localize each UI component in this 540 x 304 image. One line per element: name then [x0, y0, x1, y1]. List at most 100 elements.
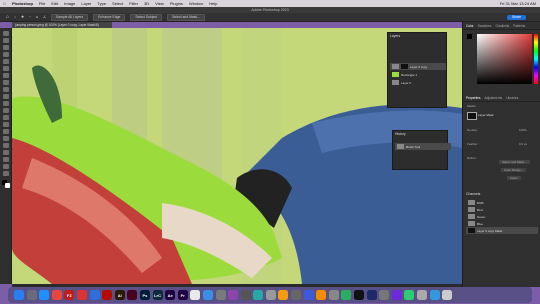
- menu-filter[interactable]: Filter: [129, 1, 138, 6]
- menu-edit[interactable]: Edit: [51, 1, 58, 6]
- shape-tool-icon[interactable]: [3, 157, 9, 162]
- layer-row[interactable]: Layer 0: [390, 79, 446, 86]
- preview-icon[interactable]: [190, 290, 201, 300]
- app-red-icon[interactable]: [76, 290, 87, 300]
- illustrator-icon[interactable]: Ai: [114, 290, 125, 300]
- background-color-swatch[interactable]: [5, 183, 10, 188]
- channel-row[interactable]: RGB: [466, 199, 538, 206]
- chrome-icon[interactable]: [51, 290, 62, 300]
- brush-add-icon[interactable]: ✚: [21, 15, 24, 19]
- menu-image[interactable]: Image: [64, 1, 75, 6]
- menu-help[interactable]: Help: [209, 1, 217, 6]
- channel-row[interactable]: Layer 0 copy Mask: [466, 227, 538, 234]
- tab-patterns[interactable]: Patterns: [513, 24, 525, 28]
- clone-stamp-tool-icon[interactable]: [3, 94, 9, 99]
- menu-view[interactable]: View: [155, 1, 164, 6]
- history-brush-tool-icon[interactable]: [3, 101, 9, 106]
- hand-tool-icon[interactable]: [3, 164, 9, 169]
- healing-tool-icon[interactable]: [3, 80, 9, 85]
- gradient-tool-icon[interactable]: [3, 115, 9, 120]
- angle-icon[interactable]: ∠: [43, 15, 46, 19]
- app-grey2-icon[interactable]: [240, 290, 251, 300]
- zoom-tool-icon[interactable]: [3, 171, 9, 176]
- select-subject-button[interactable]: Select Subject: [130, 13, 163, 21]
- brush-size-icon[interactable]: ●: [36, 15, 38, 19]
- app-blue2-icon[interactable]: [202, 290, 213, 300]
- app-orange-icon[interactable]: [278, 290, 289, 300]
- menu-type[interactable]: Type: [97, 1, 106, 6]
- color-picker-field[interactable]: [477, 34, 532, 84]
- vlc-icon[interactable]: [316, 290, 327, 300]
- menu-file[interactable]: File: [39, 1, 45, 6]
- layer-mask-thumbnail[interactable]: [401, 64, 408, 69]
- lightroom-classic-icon[interactable]: LrC: [152, 290, 163, 300]
- eraser-tool-icon[interactable]: [3, 108, 9, 113]
- select-and-mask-button[interactable]: Select and Mask...: [167, 13, 206, 21]
- app-grey4-icon[interactable]: [291, 290, 302, 300]
- after-effects-icon[interactable]: Ae: [165, 290, 176, 300]
- channel-row[interactable]: Blue: [466, 220, 538, 227]
- dodge-tool-icon[interactable]: [3, 129, 9, 134]
- app-blue4-icon[interactable]: [429, 290, 440, 300]
- brush-tool-icon[interactable]: [3, 87, 9, 92]
- trash-icon[interactable]: [442, 290, 453, 300]
- app-blue3-icon[interactable]: [303, 290, 314, 300]
- menu-layer[interactable]: Layer: [81, 1, 91, 6]
- finder-icon[interactable]: [14, 290, 24, 300]
- app-blue-icon[interactable]: [89, 290, 100, 300]
- history-item[interactable]: Brush Tool: [395, 143, 451, 150]
- app-purple2-icon[interactable]: [391, 290, 402, 300]
- photoshop-icon[interactable]: Ps: [139, 290, 150, 300]
- density-value[interactable]: 100%: [519, 128, 527, 132]
- channel-row[interactable]: Red: [466, 206, 538, 213]
- tab-libraries[interactable]: Libraries: [506, 96, 518, 100]
- eyedropper-tool-icon[interactable]: [3, 73, 9, 78]
- mask-thumbnail[interactable]: [467, 112, 477, 120]
- enhance-edge-checkbox[interactable]: Enhance Edge: [93, 13, 126, 21]
- move-tool-icon[interactable]: [3, 31, 9, 36]
- indesign-icon[interactable]: [127, 290, 138, 300]
- app-purple-icon[interactable]: [228, 290, 239, 300]
- feather-value[interactable]: 0.0 px: [519, 142, 527, 146]
- brush-preset-icon[interactable]: ○: [14, 15, 16, 19]
- app-grey3-icon[interactable]: [265, 290, 276, 300]
- type-tool-icon[interactable]: [3, 143, 9, 148]
- layer-row[interactable]: Rectangle 1: [390, 71, 446, 78]
- lasso-tool-icon[interactable]: [3, 45, 9, 50]
- blur-tool-icon[interactable]: [3, 122, 9, 127]
- tab-gradients[interactable]: Gradients: [495, 24, 509, 28]
- share-button[interactable]: Share: [506, 14, 526, 20]
- app-teal-icon[interactable]: [253, 290, 264, 300]
- layer-row[interactable]: Layer 0 copy: [390, 63, 446, 70]
- filezilla-icon[interactable]: FZ: [64, 290, 75, 300]
- path-select-tool-icon[interactable]: [3, 150, 9, 155]
- quick-select-tool-icon[interactable]: [3, 52, 9, 57]
- menu-3d[interactable]: 3D: [144, 1, 149, 6]
- acrobat-icon[interactable]: [102, 290, 113, 300]
- menu-window[interactable]: Window: [189, 1, 203, 6]
- premiere-icon[interactable]: Pr: [177, 290, 188, 300]
- menu-plugins[interactable]: Plugins: [170, 1, 183, 6]
- invert-button[interactable]: Invert: [507, 176, 521, 180]
- menu-select[interactable]: Select: [112, 1, 123, 6]
- crop-tool-icon[interactable]: [3, 59, 9, 64]
- safari-icon[interactable]: [39, 290, 50, 300]
- frame-tool-icon[interactable]: [3, 66, 9, 71]
- home-icon[interactable]: ⌂: [6, 14, 9, 20]
- menu-app-name[interactable]: Photoshop: [12, 1, 33, 6]
- app-black-icon[interactable]: [354, 290, 365, 300]
- launchpad-icon[interactable]: [26, 290, 37, 300]
- app-grey6-icon[interactable]: [379, 290, 390, 300]
- marquee-tool-icon[interactable]: [3, 38, 9, 43]
- tab-adjustments[interactable]: Adjustments: [485, 96, 503, 100]
- app-green-icon[interactable]: [341, 290, 352, 300]
- color-range-button[interactable]: Color Range...: [501, 168, 527, 172]
- hue-slider[interactable]: [534, 34, 538, 84]
- pen-tool-icon[interactable]: [3, 136, 9, 141]
- tab-color[interactable]: Color: [466, 24, 474, 28]
- app-green2-icon[interactable]: [404, 290, 415, 300]
- apple-icon[interactable]: : [3, 1, 6, 6]
- app-darkblue-icon[interactable]: [366, 290, 377, 300]
- tab-properties[interactable]: Properties: [466, 96, 481, 100]
- app-grey7-icon[interactable]: [417, 290, 427, 300]
